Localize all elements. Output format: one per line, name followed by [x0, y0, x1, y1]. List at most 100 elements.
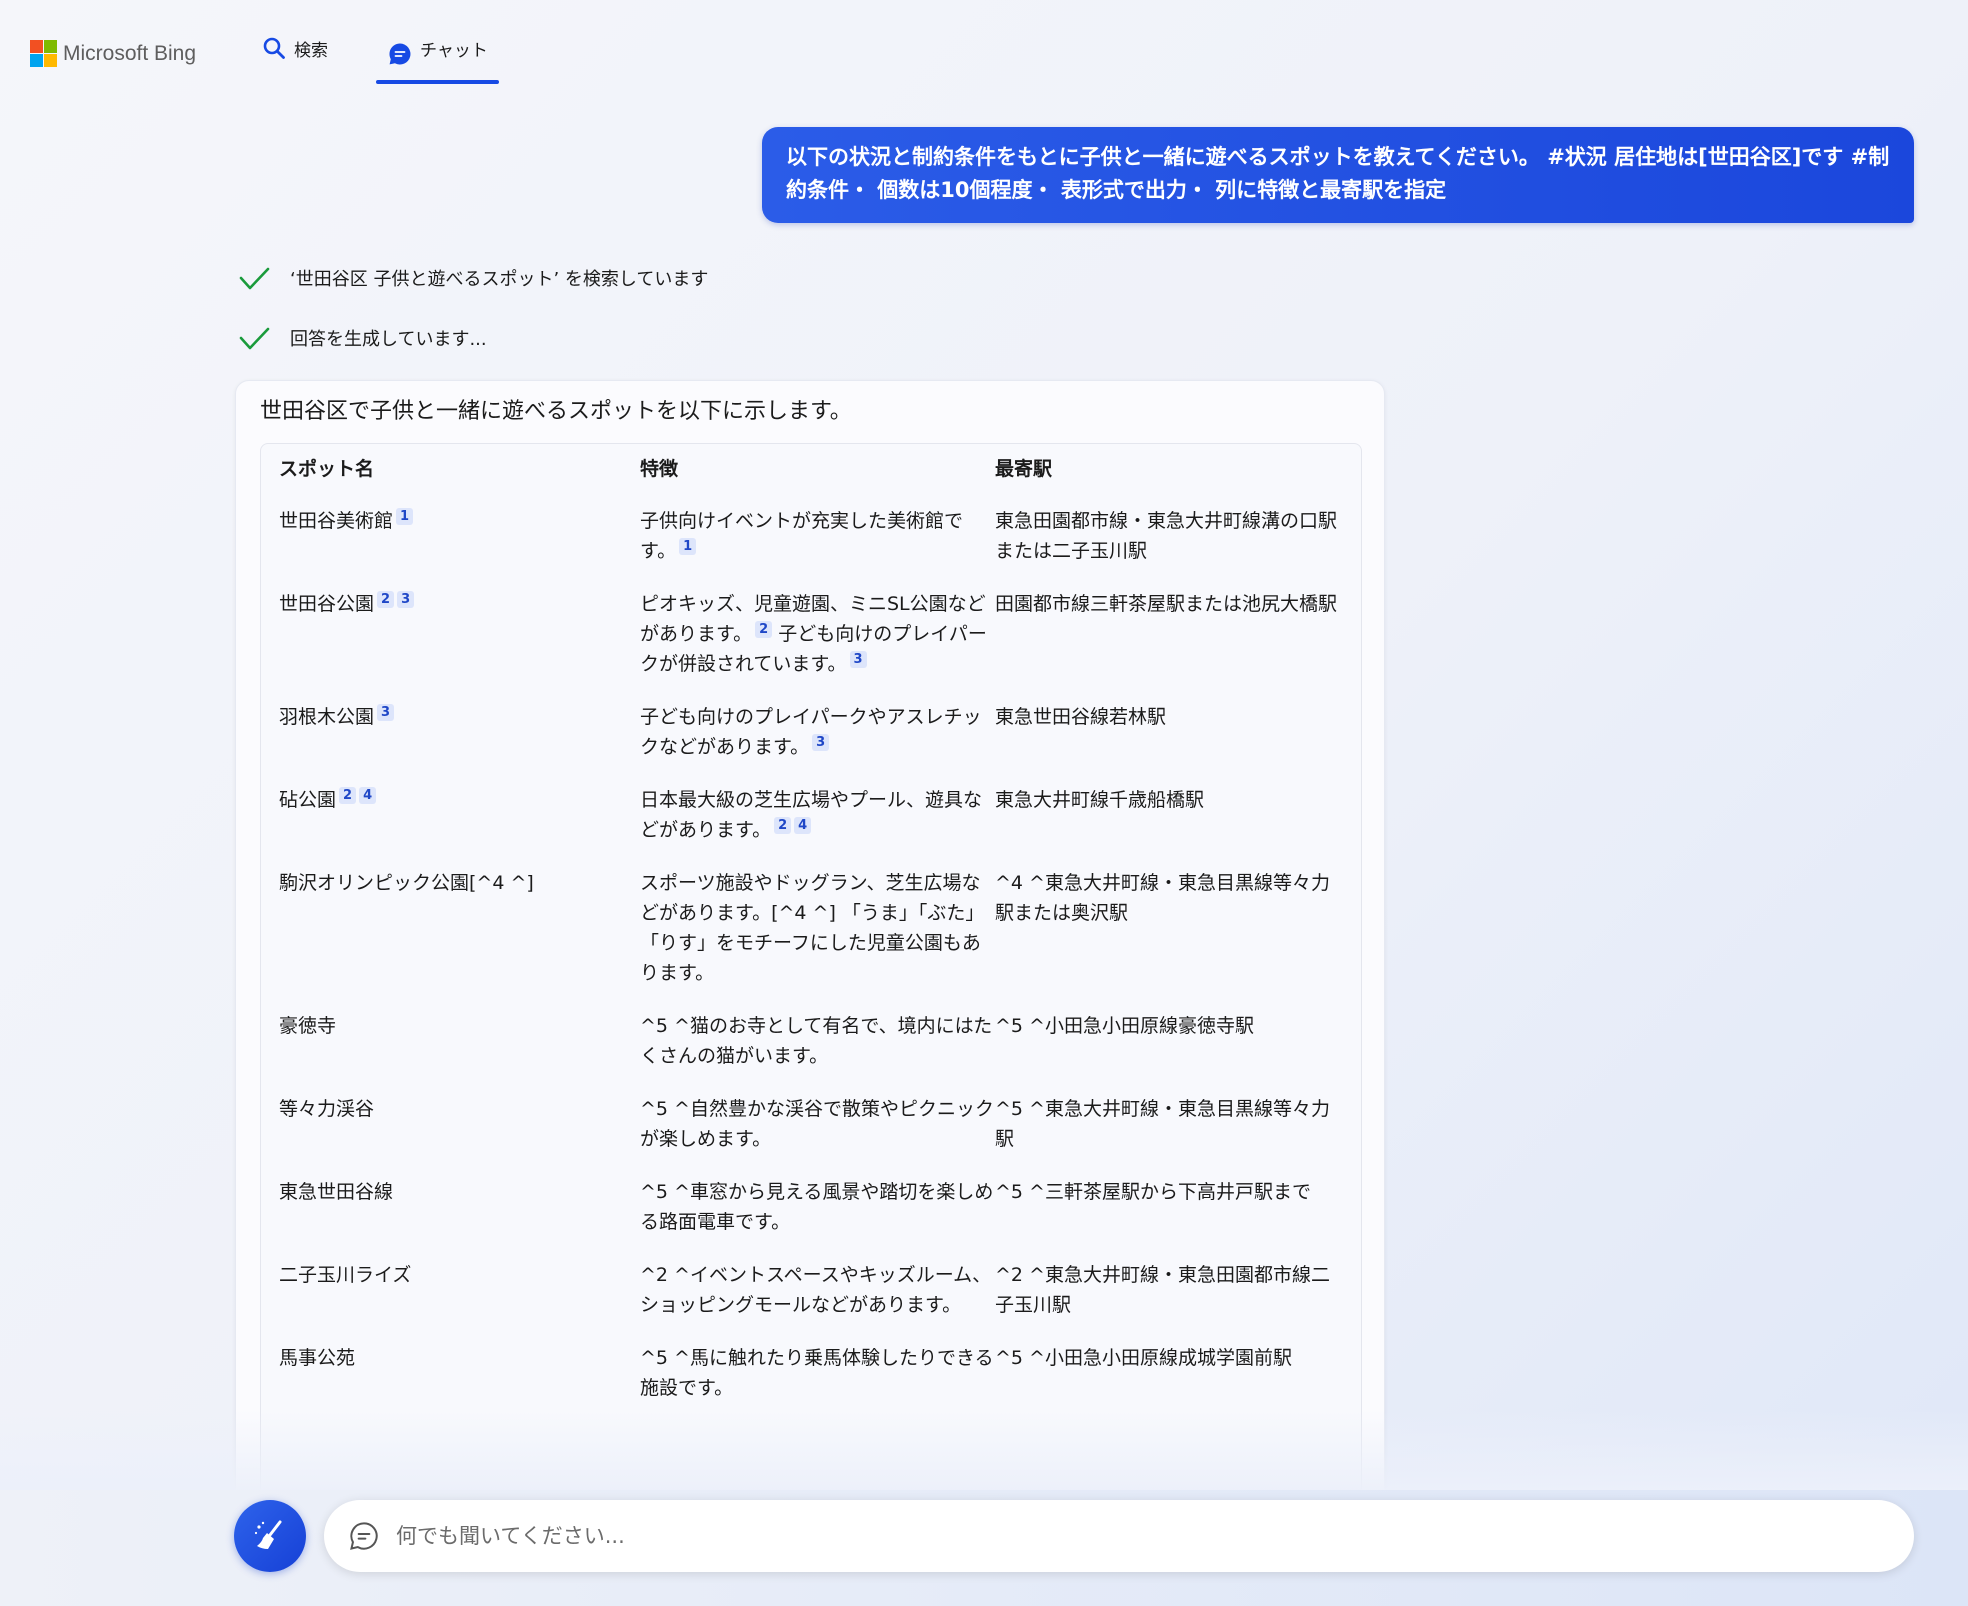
table-row: 等々力渓谷 ^5 ^自然豊かな渓谷で散策やピクニックが楽しめます。 ^5 ^東急大井… — [279, 1094, 1343, 1177]
cell-spot-name: 二子玉川ライズ — [279, 1260, 640, 1343]
table-row: 馬事公苑 ^5 ^馬に触れたり乗馬体験したりできる施設です。 ^5 ^小田急小田原線… — [279, 1343, 1343, 1426]
citation-badge[interactable]: 3 — [812, 733, 830, 751]
checkmark-icon — [239, 267, 270, 290]
table-row: 砧公園 2 4 日本最大級の芝生広場やプール、遊具などがあります。 2 4 東急大井町線千歳… — [279, 785, 1343, 868]
cell-station: 東急世田谷線若林駅 — [995, 706, 1167, 728]
cell-feature: ^2 ^イベントスペースやキッズルーム、ショッピングモールなどがあります。 — [640, 1260, 995, 1343]
cell-spot-name: 馬事公苑 — [279, 1343, 640, 1426]
citation-badge[interactable]: 4 — [359, 786, 377, 804]
spot-name-text: 豪徳寺 — [279, 1015, 337, 1037]
cell-station: ^5 ^小田急小田原線成城学園前駅 — [995, 1347, 1292, 1369]
spot-name-text: 駒沢オリンピック公園[^4 ^] — [279, 872, 534, 894]
active-tab-indicator — [376, 80, 499, 84]
answer-intro: 世田谷区で子供と一緒に遊べるスポットを以下に示します。 — [260, 399, 852, 424]
tab-search[interactable]: 検索 — [262, 36, 328, 84]
feature-text: 子ども向けのプレイパークやアスレチックなどがあります。 — [640, 706, 982, 758]
cell-spot-name: 東急世田谷線 — [279, 1177, 640, 1260]
microsoft-logo-icon — [30, 40, 57, 67]
cell-spot-name: 駒沢オリンピック公園[^4 ^] — [279, 868, 640, 1011]
table-row: 豪徳寺 ^5 ^猫のお寺として有名で、境内にはたくさんの猫がいます。 ^5 ^小田急… — [279, 1011, 1343, 1094]
user-message-bubble: 以下の状況と制約条件をもとに子供と一緒に遊べるスポットを教えてください。 #状況… — [762, 127, 1914, 223]
spot-name-text: 東急世田谷線 — [279, 1181, 394, 1203]
cell-spot-name: 砧公園 2 4 — [279, 785, 640, 868]
column-header-name: スポット名 — [279, 458, 375, 480]
cell-station: ^2 ^東急大井町線・東急田園都市線二子玉川駅 — [995, 1264, 1330, 1316]
citation-badge[interactable]: 1 — [679, 537, 697, 555]
feature-text: ^5 ^自然豊かな渓谷で散策やピクニックが楽しめます。 — [640, 1098, 994, 1150]
new-topic-button[interactable] — [234, 1500, 306, 1572]
spot-name-text: 世田谷公園 — [279, 593, 375, 615]
spot-name-text: 等々力渓谷 — [279, 1098, 375, 1120]
feature-text: ^2 ^イベントスペースやキッズルーム、ショッピングモールなどがあります。 — [640, 1264, 992, 1316]
search-icon — [263, 37, 285, 59]
cell-feature: ^5 ^車窓から見える風景や踏切を楽しめる路面電車です。 — [640, 1177, 995, 1260]
cell-station: 東急大井町線千歳船橋駅 — [995, 789, 1205, 811]
cell-feature: 子ども向けのプレイパークやアスレチックなどがあります。 3 — [640, 702, 995, 785]
cell-spot-name: 豪徳寺 — [279, 1011, 640, 1094]
bot-answer-card: 世田谷区で子供と一緒に遊べるスポットを以下に示します。 スポット名 特徴 最寄駅… — [235, 380, 1385, 1560]
chat-input-box[interactable] — [324, 1500, 1914, 1572]
answer-table-container: スポット名 特徴 最寄駅 世田谷美術館 1 子供向けイベントが充実した美術館です。 1… — [260, 443, 1362, 1559]
table-row: 世田谷美術館 1 子供向けイベントが充実した美術館です。 1 東急田園都市線・東急大井町… — [279, 506, 1343, 589]
spot-name-text: 二子玉川ライズ — [279, 1264, 412, 1286]
citation-badge[interactable]: 1 — [396, 507, 414, 525]
citation-badge[interactable]: 3 — [849, 650, 867, 668]
cell-feature: スポーツ施設やドッグラン、芝生広場などがあります。[^4 ^] 「うま」「ぶた」… — [640, 868, 995, 1011]
feature-text: スポーツ施設やドッグラン、芝生広場などがあります。[^4 ^] 「うま」「ぶた」… — [640, 872, 985, 984]
cell-station: ^5 ^東急大井町線・東急目黒線等々力駅 — [995, 1098, 1330, 1150]
chat-input[interactable] — [394, 1523, 1798, 1549]
citation-badge[interactable]: 4 — [794, 816, 812, 834]
citation-badge[interactable]: 2 — [774, 816, 792, 834]
spot-name-text: 馬事公苑 — [279, 1347, 356, 1369]
cell-spot-name: 等々力渓谷 — [279, 1094, 640, 1177]
citation-badge[interactable]: 2 — [755, 620, 773, 638]
column-header-station: 最寄駅 — [995, 458, 1053, 480]
cell-feature: 日本最大級の芝生広場やプール、遊具などがあります。 2 4 — [640, 785, 995, 868]
cell-station: ^4 ^東急大井町線・東急目黒線等々力駅または奥沢駅 — [995, 872, 1330, 924]
feature-text: ^5 ^猫のお寺として有名で、境内にはたくさんの猫がいます。 — [640, 1015, 993, 1067]
cell-station: 田園都市線三軒茶屋駅または池尻大橋駅 — [995, 593, 1338, 615]
tab-search-label: 検索 — [294, 41, 328, 61]
feature-text: 日本最大級の芝生広場やプール、遊具などがあります。 — [640, 789, 983, 841]
cell-spot-name: 羽根木公園 3 — [279, 702, 640, 785]
table-header-row: スポット名 特徴 最寄駅 — [279, 454, 1343, 506]
spot-name-text: 羽根木公園 — [279, 706, 375, 728]
top-header: Microsoft Bing 検索 チャット — [0, 0, 1968, 90]
cell-station: ^5 ^三軒茶屋駅から下高井戸駅まで — [995, 1181, 1311, 1203]
spots-table: スポット名 特徴 最寄駅 世田谷美術館 1 子供向けイベントが充実した美術館です。 1… — [279, 454, 1343, 1426]
status-generating-text: 回答を生成しています... — [290, 329, 487, 350]
cell-feature: 子供向けイベントが充実した美術館です。 1 — [640, 506, 995, 589]
cell-feature: ピオキッズ、児童遊園、ミニSL公園などがあります。 2 子ども向けのプレイパークが… — [640, 589, 995, 702]
citation-badge[interactable]: 3 — [377, 703, 395, 721]
tab-chat[interactable]: チャット — [388, 36, 488, 84]
chat-icon — [389, 43, 411, 65]
spot-name-text: 砧公園 — [279, 789, 337, 811]
feature-text: ^5 ^車窓から見える風景や踏切を楽しめる路面電車です。 — [640, 1181, 994, 1233]
feature-text: ^5 ^馬に触れたり乗馬体験したりできる施設です。 — [640, 1347, 994, 1399]
table-row: 世田谷公園 2 3 ピオキッズ、児童遊園、ミニSL公園などがあります。 2 子ども向けの… — [279, 589, 1343, 702]
cell-station: ^5 ^小田急小田原線豪徳寺駅 — [995, 1015, 1254, 1037]
table-row: 東急世田谷線 ^5 ^車窓から見える風景や踏切を楽しめる路面電車です。 ^5 ^三軒… — [279, 1177, 1343, 1260]
citation-badge[interactable]: 3 — [397, 590, 415, 608]
citation-badge[interactable]: 2 — [377, 590, 395, 608]
cell-station: 東急田園都市線・東急大井町線溝の口駅または二子玉川駅 — [995, 510, 1338, 562]
brand-name: Microsoft Bing — [63, 41, 197, 65]
bing-logo[interactable]: Microsoft Bing — [30, 40, 196, 67]
column-header-feature: 特徴 — [640, 458, 679, 480]
table-row: 羽根木公園 3 子ども向けのプレイパークやアスレチックなどがあります。 3 東急世田谷線… — [279, 702, 1343, 785]
spot-name-text: 世田谷美術館 — [279, 510, 394, 532]
tab-chat-label: チャット — [420, 41, 488, 61]
broom-icon — [254, 1520, 282, 1549]
table-row: 二子玉川ライズ ^2 ^イベントスペースやキッズルーム、ショッピングモールなどがあ… — [279, 1260, 1343, 1343]
chat-bubble-icon — [350, 1522, 378, 1550]
cell-feature: ^5 ^自然豊かな渓谷で散策やピクニックが楽しめます。 — [640, 1094, 995, 1177]
cell-spot-name: 世田谷美術館 1 — [279, 506, 640, 589]
cell-feature: ^5 ^馬に触れたり乗馬体験したりできる施設です。 — [640, 1343, 995, 1426]
table-row: 駒沢オリンピック公園[^4 ^] スポーツ施設やドッグラン、芝生広場などがあります… — [279, 868, 1343, 1011]
checkmark-icon — [239, 327, 270, 350]
status-searching-text: ‘世田谷区 子供と遊べるスポット’ を検索しています — [290, 269, 709, 290]
citation-badge[interactable]: 2 — [339, 786, 357, 804]
status-generating: 回答を生成しています... — [238, 322, 487, 354]
status-searching: ‘世田谷区 子供と遊べるスポット’ を検索しています — [238, 262, 708, 294]
cell-feature: ^5 ^猫のお寺として有名で、境内にはたくさんの猫がいます。 — [640, 1011, 995, 1094]
